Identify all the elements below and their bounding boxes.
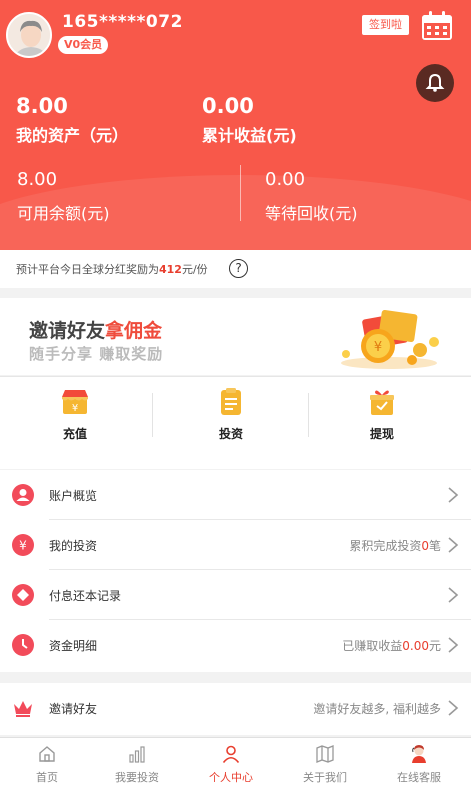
account-menu: 账户概览 ¥ 我的投资 累积完成投资0笔 付息还本记录 资金明细 已赚取收益0.… bbox=[0, 470, 471, 672]
user-icon bbox=[222, 745, 240, 764]
investment-count-value: 0 bbox=[421, 539, 429, 553]
menu-item-account-overview[interactable]: 账户概览 bbox=[0, 470, 471, 520]
earned-income-prefix: 已赚取收益 bbox=[342, 639, 403, 653]
chevron-right-icon bbox=[448, 537, 459, 553]
banner-title: 邀请好友拿佣金 bbox=[29, 316, 162, 343]
yen-icon: ¥ bbox=[12, 534, 34, 556]
menu-item-interest-records[interactable]: 付息还本记录 bbox=[0, 570, 471, 620]
personal-center-page: 165*****072 V0会员 签到啦 8.00 我的资产（元） 0.00 累… bbox=[0, 0, 471, 791]
withdraw-button[interactable]: 提现 bbox=[322, 387, 442, 442]
chevron-right-icon bbox=[448, 700, 459, 716]
available-balance-value: 8.00 bbox=[17, 169, 58, 190]
tab-about-us[interactable]: 关于我们 bbox=[278, 744, 372, 785]
total-earnings-value: 0.00 bbox=[202, 94, 254, 118]
menu-label: 邀请好友 bbox=[49, 702, 98, 716]
invest-button[interactable]: 投资 bbox=[171, 387, 291, 442]
earned-income-text: 已赚取收益0.00元 bbox=[342, 637, 441, 654]
tab-personal-center[interactable]: 个人中心 bbox=[184, 744, 278, 785]
menu-label: 付息还本记录 bbox=[49, 589, 122, 603]
withdraw-label: 提现 bbox=[369, 427, 394, 441]
signin-button[interactable]: 签到啦 bbox=[362, 15, 409, 35]
pending-return-stat: 0.00 等待回收(元) bbox=[265, 169, 358, 224]
banner-title-a: 邀请好友 bbox=[29, 320, 106, 342]
bottom-tab-bar: 首页 我要投资 个人中心 关于我们 在线客服 bbox=[0, 737, 471, 791]
available-balance-stat: 8.00 可用余额(元) bbox=[17, 169, 110, 224]
help-icon[interactable]: ? bbox=[229, 259, 248, 278]
recharge-button[interactable]: ¥ 充值 bbox=[15, 387, 135, 442]
svg-text:¥: ¥ bbox=[72, 403, 78, 414]
invite-banner[interactable]: 邀请好友拿佣金 随手分享 赚取奖励 ¥ bbox=[0, 298, 471, 375]
earned-income-suffix: 元 bbox=[428, 639, 441, 653]
chevron-right-icon bbox=[448, 487, 459, 503]
gift-icon bbox=[370, 390, 394, 415]
my-assets-stat: 8.00 我的资产（元） bbox=[16, 94, 128, 146]
invite-menu: 邀请好友 邀请好友越多, 福利越多 bbox=[0, 683, 471, 735]
tab-label: 我要投资 bbox=[115, 771, 159, 784]
home-icon bbox=[39, 746, 55, 762]
tab-label: 个人中心 bbox=[209, 771, 253, 784]
menu-label: 我的投资 bbox=[49, 539, 98, 553]
banner-subtitle: 随手分享 赚取奖励 bbox=[29, 345, 164, 363]
total-earnings-label: 累计收益(元) bbox=[202, 126, 297, 145]
menu-item-invite-friends[interactable]: 邀请好友 邀请好友越多, 福利越多 bbox=[0, 683, 471, 733]
gift-coins-illustration: ¥ bbox=[341, 310, 439, 369]
menu-item-my-investment[interactable]: ¥ 我的投资 累积完成投资0笔 bbox=[0, 520, 471, 570]
dividend-notice-text: 预计平台今日全球分红奖励为412元/份 bbox=[16, 261, 208, 277]
clock-icon bbox=[12, 634, 34, 656]
action-divider bbox=[308, 393, 309, 437]
my-assets-value: 8.00 bbox=[16, 94, 68, 118]
tab-label: 在线客服 bbox=[397, 771, 441, 784]
chart-icon bbox=[129, 746, 145, 763]
service-icon bbox=[412, 745, 426, 763]
notice-amount: 412 bbox=[159, 263, 182, 276]
menu-label: 资金明细 bbox=[49, 639, 98, 653]
calendar-icon[interactable] bbox=[420, 10, 454, 42]
quick-actions: ¥ 充值 投资 提现 bbox=[0, 376, 471, 469]
pending-return-value: 0.00 bbox=[265, 169, 306, 190]
notice-suffix: 元/份 bbox=[181, 263, 208, 276]
stats-divider bbox=[240, 165, 241, 221]
tab-label: 首页 bbox=[36, 771, 58, 784]
svg-text:¥: ¥ bbox=[19, 539, 27, 553]
tab-home[interactable]: 首页 bbox=[0, 744, 94, 785]
available-balance-label: 可用余额(元) bbox=[17, 204, 110, 223]
dividend-notice: 预计平台今日全球分红奖励为412元/份 ? bbox=[0, 250, 471, 288]
investment-count-suffix: 笔 bbox=[428, 539, 441, 553]
diamond-icon bbox=[12, 584, 34, 606]
menu-label: 账户概览 bbox=[49, 489, 98, 503]
tab-label: 关于我们 bbox=[303, 771, 347, 784]
earned-income-value: 0.00 bbox=[402, 639, 429, 653]
svg-text:¥: ¥ bbox=[374, 340, 382, 355]
recharge-label: 充值 bbox=[62, 427, 87, 441]
clipboard-icon bbox=[221, 388, 241, 415]
investment-count-text: 累积完成投资0笔 bbox=[349, 537, 441, 554]
action-divider bbox=[152, 393, 153, 437]
investment-count-prefix: 累积完成投资 bbox=[349, 539, 422, 553]
tab-online-service[interactable]: 在线客服 bbox=[372, 744, 466, 785]
tab-invest[interactable]: 我要投资 bbox=[90, 744, 184, 785]
user-phone: 165*****072 bbox=[62, 12, 183, 32]
crown-icon bbox=[14, 701, 32, 717]
user-circle-icon bbox=[12, 484, 34, 506]
map-icon bbox=[316, 745, 334, 763]
account-header: 165*****072 V0会员 签到啦 8.00 我的资产（元） 0.00 累… bbox=[0, 0, 471, 250]
chevron-right-icon bbox=[448, 637, 459, 653]
banner-title-b: 拿佣金 bbox=[105, 320, 163, 342]
invest-label: 投资 bbox=[218, 427, 243, 441]
vip-badge: V0会员 bbox=[58, 36, 109, 54]
invite-hint: 邀请好友越多, 福利越多 bbox=[313, 702, 441, 716]
chevron-right-icon bbox=[448, 587, 459, 603]
avatar[interactable] bbox=[6, 12, 52, 58]
avatar-person-icon bbox=[8, 14, 50, 56]
pending-return-label: 等待回收(元) bbox=[265, 204, 358, 223]
total-earnings-stat: 0.00 累计收益(元) bbox=[202, 94, 297, 146]
store-icon: ¥ bbox=[62, 390, 88, 414]
menu-item-fund-details[interactable]: 资金明细 已赚取收益0.00元 bbox=[0, 620, 471, 670]
notification-bell-icon[interactable] bbox=[416, 64, 454, 102]
my-assets-label: 我的资产（元） bbox=[16, 126, 129, 145]
notice-prefix: 预计平台今日全球分红奖励为 bbox=[16, 263, 159, 276]
